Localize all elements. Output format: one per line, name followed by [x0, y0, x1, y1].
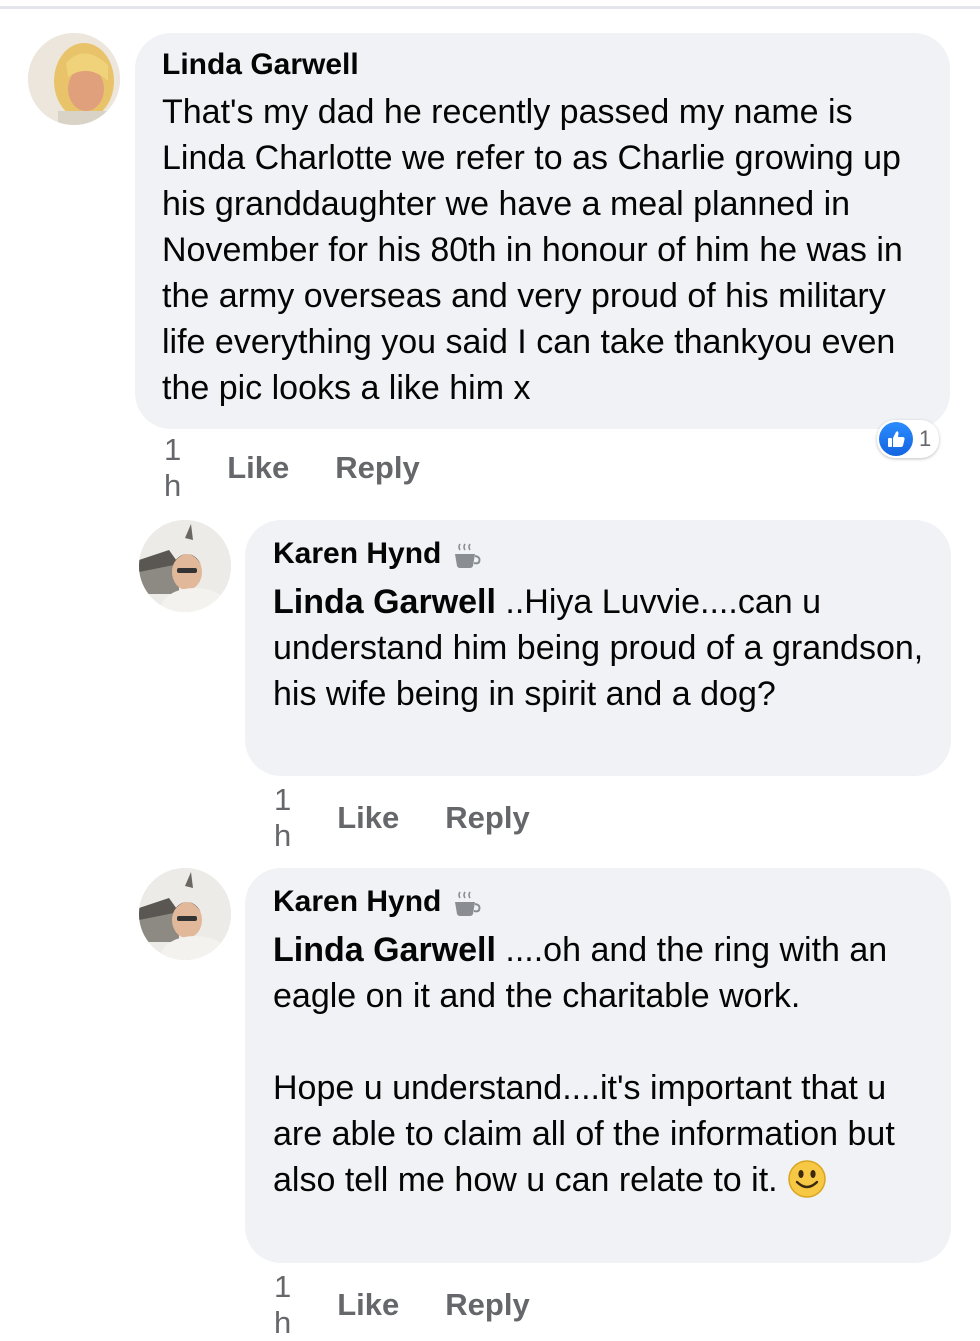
avatar[interactable]: [139, 520, 231, 612]
comment-bubble: Karen Hynd Linda Garwell ....oh and the …: [245, 868, 951, 1263]
coffee-cup-icon: [452, 542, 482, 575]
comment-timestamp[interactable]: 1 h: [274, 782, 291, 854]
comment-author[interactable]: Karen Hynd: [273, 884, 441, 920]
comment-author[interactable]: Karen Hynd: [273, 536, 441, 572]
comment-text: Linda Garwell ..Hiya Luvvie....can u und…: [273, 579, 931, 717]
comment-actions: 1 h Like Reply: [274, 782, 576, 854]
comment-actions: 1 h Like Reply: [164, 432, 466, 504]
avatar[interactable]: [139, 868, 231, 960]
comment-text: That's my dad he recently passed my name…: [162, 93, 913, 407]
avatar-photo-icon: [139, 868, 231, 960]
like-button[interactable]: Like: [337, 1287, 399, 1323]
avatar-photo-icon: [139, 520, 231, 612]
mention-link[interactable]: Linda Garwell: [273, 931, 496, 969]
mention-link[interactable]: Linda Garwell: [273, 583, 496, 621]
comment-bubble: Linda Garwell That's my dad he recently …: [135, 33, 950, 429]
like-button[interactable]: Like: [337, 800, 399, 836]
reply-button[interactable]: Reply: [445, 800, 529, 836]
reaction-summary[interactable]: 1: [877, 420, 940, 458]
like-thumb-icon: [879, 422, 913, 456]
comment-timestamp[interactable]: 1 h: [164, 432, 181, 504]
reply-button[interactable]: Reply: [445, 1287, 529, 1323]
avatar[interactable]: [28, 33, 120, 125]
reply-button[interactable]: Reply: [335, 450, 419, 486]
reaction-count: 1: [919, 426, 932, 451]
smiley-emoji-icon: [787, 1159, 827, 1211]
like-button[interactable]: Like: [227, 450, 289, 486]
comment-timestamp[interactable]: 1 h: [274, 1269, 291, 1341]
comment-text: Linda Garwell ....oh and the ring with a…: [273, 927, 931, 1211]
avatar-photo-icon: [28, 33, 120, 125]
coffee-cup-icon: [452, 890, 482, 923]
top-divider: [0, 6, 980, 9]
comment-author[interactable]: Linda Garwell: [162, 47, 359, 83]
comment-bubble: Karen Hynd Linda Garwell ..Hiya Luvvie..…: [245, 520, 951, 776]
comment-actions: 1 h Like Reply: [274, 1269, 576, 1341]
